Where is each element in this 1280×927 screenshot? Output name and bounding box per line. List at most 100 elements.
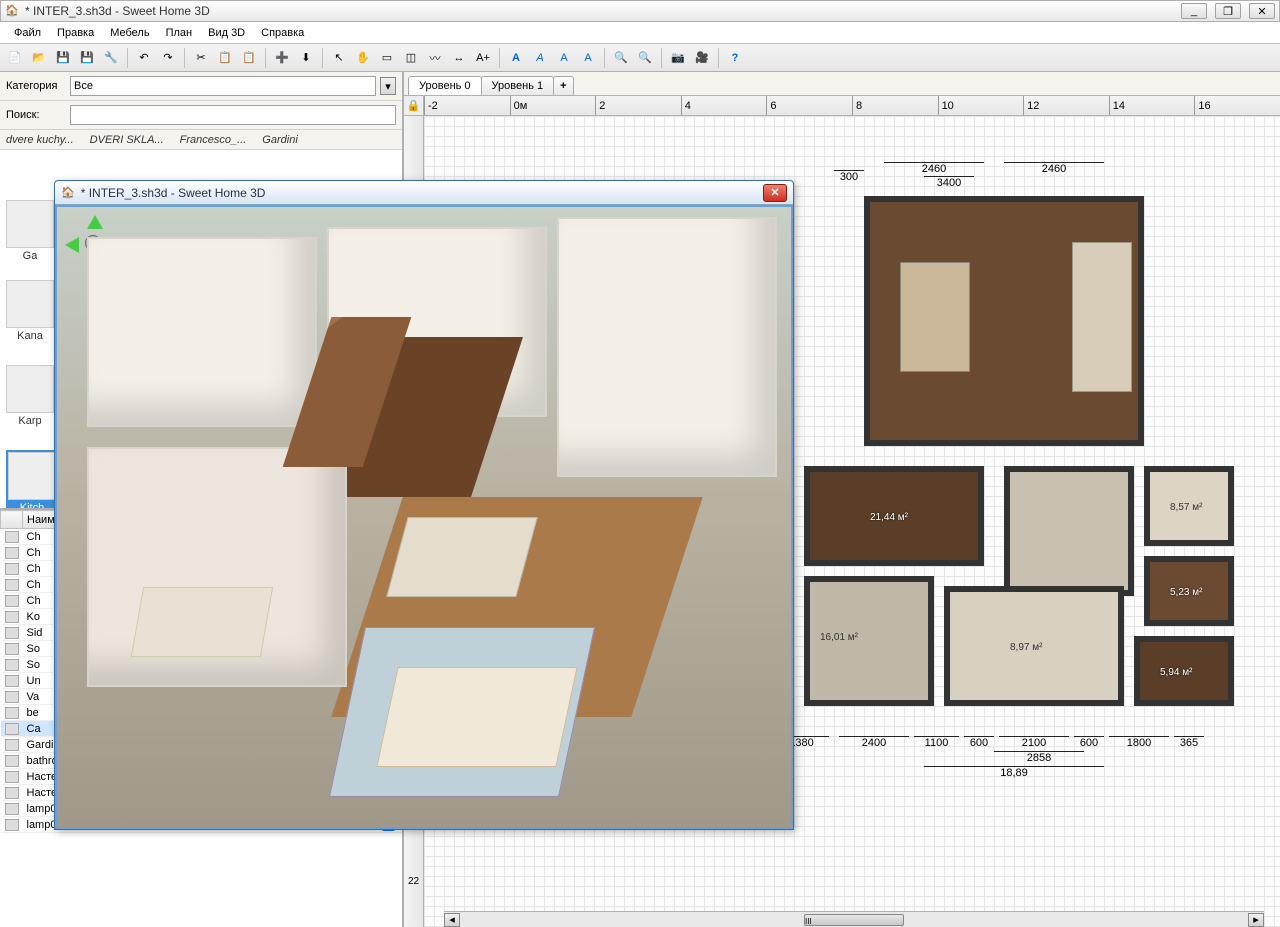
room[interactable]: 5,23 м² (1144, 556, 1234, 626)
text-italic-button[interactable]: A (529, 47, 551, 69)
dimension[interactable]: 300 (834, 170, 864, 183)
menu-help[interactable]: Справка (253, 24, 312, 42)
room[interactable]: 5,94 м² (1134, 636, 1234, 706)
catalog-item-selected[interactable]: Kitch (6, 450, 58, 510)
text-increase-button[interactable]: A (553, 47, 575, 69)
scroll-right-button[interactable]: ▸ (1248, 913, 1264, 927)
ruler-tick: 4 (681, 96, 767, 115)
catalog-group[interactable]: DVERI SKLA... (90, 134, 164, 146)
catalog-item[interactable]: Ga (6, 200, 54, 262)
close-button[interactable]: ✕ (1249, 3, 1275, 19)
level-tab-1[interactable]: Уровень 1 (481, 76, 555, 95)
new-button[interactable]: 📄 (4, 47, 26, 69)
polyline-tool[interactable]: 〰 (424, 47, 446, 69)
menu-view3d[interactable]: Вид 3D (200, 24, 253, 42)
dimension[interactable]: 2100 (999, 736, 1069, 749)
search-label: Поиск: (6, 109, 66, 121)
save-button[interactable]: 💾 (52, 47, 74, 69)
room[interactable]: 21,44 м² (804, 466, 984, 566)
iso-dining-table (386, 517, 537, 597)
room[interactable]: 8,97 м² (944, 586, 1124, 706)
dimension-tool[interactable]: ↔ (448, 47, 470, 69)
redo-button[interactable]: ↷ (157, 47, 179, 69)
copy-button[interactable]: 📋 (214, 47, 236, 69)
dimension[interactable]: 1800 (1109, 736, 1169, 749)
level-tab-0[interactable]: Уровень 0 (408, 76, 482, 95)
room[interactable]: 8,57 м² (1144, 466, 1234, 546)
dimension[interactable]: 2858 (994, 751, 1084, 764)
furniture-table[interactable] (900, 262, 970, 372)
nav3d-up[interactable] (87, 215, 103, 229)
room-living[interactable]: Гостиная42,02 м² (864, 196, 1144, 446)
zoom-in-button[interactable]: 🔍 (610, 47, 632, 69)
paste-button[interactable]: 📋 (238, 47, 260, 69)
catalog-group[interactable]: Francesco_... (180, 134, 247, 146)
iso-room (87, 237, 317, 427)
floorplan[interactable]: 2460 2460 300 3400 Гостиная42,02 м² 21,4… (804, 156, 1234, 756)
room-tool[interactable]: ◫ (400, 47, 422, 69)
view3d-close-button[interactable]: ✕ (763, 184, 787, 202)
level-tab-add[interactable]: + (553, 76, 573, 95)
furniture-sofa[interactable] (1072, 242, 1132, 392)
pan-tool[interactable]: ✋ (352, 47, 374, 69)
row-icon (1, 785, 23, 801)
open-button[interactable]: 📂 (28, 47, 50, 69)
catalog-item[interactable]: Kana (6, 280, 54, 342)
wall-tool[interactable]: ▭ (376, 47, 398, 69)
view3d-title: * INTER_3.sh3d - Sweet Home 3D (81, 186, 757, 200)
scroll-track[interactable]: III (460, 914, 1248, 926)
view3d-canvas[interactable] (55, 205, 793, 829)
scroll-thumb[interactable]: III (804, 914, 904, 926)
cut-button[interactable]: ✂ (190, 47, 212, 69)
help-button[interactable]: ? (724, 47, 746, 69)
dimension[interactable]: 2400 (839, 736, 909, 749)
row-icon (1, 561, 23, 577)
ruler-lock[interactable]: 🔒 (404, 96, 424, 116)
view3d-window[interactable]: 🏠 * INTER_3.sh3d - Sweet Home 3D ✕ (54, 180, 794, 830)
dimension[interactable]: 3400 (924, 176, 974, 189)
col-icon[interactable] (1, 511, 23, 529)
zoom-out-button[interactable]: 🔍 (634, 47, 656, 69)
search-input[interactable] (70, 105, 396, 125)
category-select[interactable] (70, 76, 376, 96)
category-dropdown-arrow[interactable]: ▾ (380, 77, 396, 95)
create-photo-button[interactable]: 📷 (667, 47, 689, 69)
menu-plan[interactable]: План (158, 24, 201, 42)
catalog-group[interactable]: dvere kuchy... (6, 134, 74, 146)
preferences-button[interactable]: 🔧 (100, 47, 122, 69)
dimension[interactable]: 18,89 (924, 766, 1104, 779)
nav3d-left[interactable] (65, 237, 79, 253)
dimension[interactable]: 2460 (1004, 162, 1104, 175)
ruler-horizontal[interactable]: -2 0м 2 4 6 8 10 12 14 16 (424, 96, 1280, 116)
lock-icon: 🔒 (407, 99, 421, 112)
category-strip: dvere kuchy... DVERI SKLA... Francesco_.… (0, 130, 402, 150)
horizontal-scrollbar[interactable]: ◂ III ▸ (444, 911, 1264, 927)
dimension[interactable]: 365 (1174, 736, 1204, 749)
view3d-titlebar[interactable]: 🏠 * INTER_3.sh3d - Sweet Home 3D ✕ (55, 181, 793, 205)
room[interactable] (1004, 466, 1134, 596)
create-video-button[interactable]: 🎥 (691, 47, 713, 69)
minimize-button[interactable]: _ (1181, 3, 1207, 19)
scroll-left-button[interactable]: ◂ (444, 913, 460, 927)
ruler-tick: 14 (1109, 96, 1195, 115)
catalog-group[interactable]: Gardini (262, 134, 297, 146)
menu-edit[interactable]: Правка (49, 24, 102, 42)
undo-button[interactable]: ↶ (133, 47, 155, 69)
menu-furniture[interactable]: Мебель (102, 24, 157, 42)
room[interactable]: 16,01 м² (804, 576, 934, 706)
dimension[interactable]: 600 (964, 736, 994, 749)
catalog-item[interactable]: Karp (6, 365, 54, 427)
dimension[interactable]: 600 (1074, 736, 1104, 749)
text-decrease-button[interactable]: A (577, 47, 599, 69)
text-bold-button[interactable]: A (505, 47, 527, 69)
text-tool[interactable]: A+ (472, 47, 494, 69)
titlebar: 🏠 * INTER_3.sh3d - Sweet Home 3D _ ❐ ✕ (0, 0, 1280, 22)
import-furniture-button[interactable]: ⬇ (295, 47, 317, 69)
select-tool[interactable]: ↖ (328, 47, 350, 69)
dimension[interactable]: 2460 (884, 162, 984, 175)
dimension[interactable]: 1100 (914, 736, 959, 749)
save-prefs-button[interactable]: 💾 (76, 47, 98, 69)
add-furniture-button[interactable]: ➕ (271, 47, 293, 69)
menu-file[interactable]: Файл (6, 24, 49, 42)
maximize-button[interactable]: ❐ (1215, 3, 1241, 19)
